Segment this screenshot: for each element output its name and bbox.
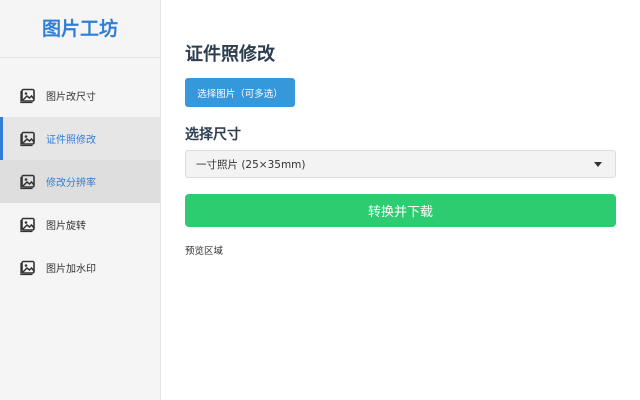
size-select[interactable]: 一寸照片 (25×35mm) [185,150,616,178]
image-icon [20,173,37,190]
sidebar-item-id-photo[interactable]: 证件照修改 [0,117,160,160]
sidebar: 图片工坊 图片改尺寸 证件照修改 修改分辨率 图片旋转 图片加水印 [0,0,161,400]
sidebar-item-resolution[interactable]: 修改分辨率 [0,160,160,203]
sidebar-item-label: 证件照修改 [46,135,96,146]
image-icon [20,259,37,276]
size-label: 选择尺寸 [185,127,241,143]
image-icon [20,87,37,104]
page-title: 证件照修改 [185,44,275,65]
sidebar-item-label: 修改分辨率 [46,178,96,189]
sidebar-item-watermark[interactable]: 图片加水印 [0,246,160,289]
size-select-value: 一寸照片 (25×35mm) [196,158,306,171]
chevron-down-icon [594,162,602,167]
sidebar-item-label: 图片改尺寸 [46,92,96,103]
image-icon [20,216,37,233]
sidebar-item-label: 图片加水印 [46,264,96,275]
select-images-button[interactable]: 选择图片（可多选） [185,78,295,107]
image-icon [20,130,37,147]
sidebar-nav: 图片改尺寸 证件照修改 修改分辨率 图片旋转 图片加水印 [0,74,160,289]
sidebar-item-rotate[interactable]: 图片旋转 [0,203,160,246]
app-brand: 图片工坊 [0,0,160,58]
convert-download-button[interactable]: 转换并下载 [185,194,616,227]
sidebar-item-label: 图片旋转 [46,221,86,232]
preview-area-label: 预览区域 [185,246,224,257]
sidebar-item-resize[interactable]: 图片改尺寸 [0,74,160,117]
